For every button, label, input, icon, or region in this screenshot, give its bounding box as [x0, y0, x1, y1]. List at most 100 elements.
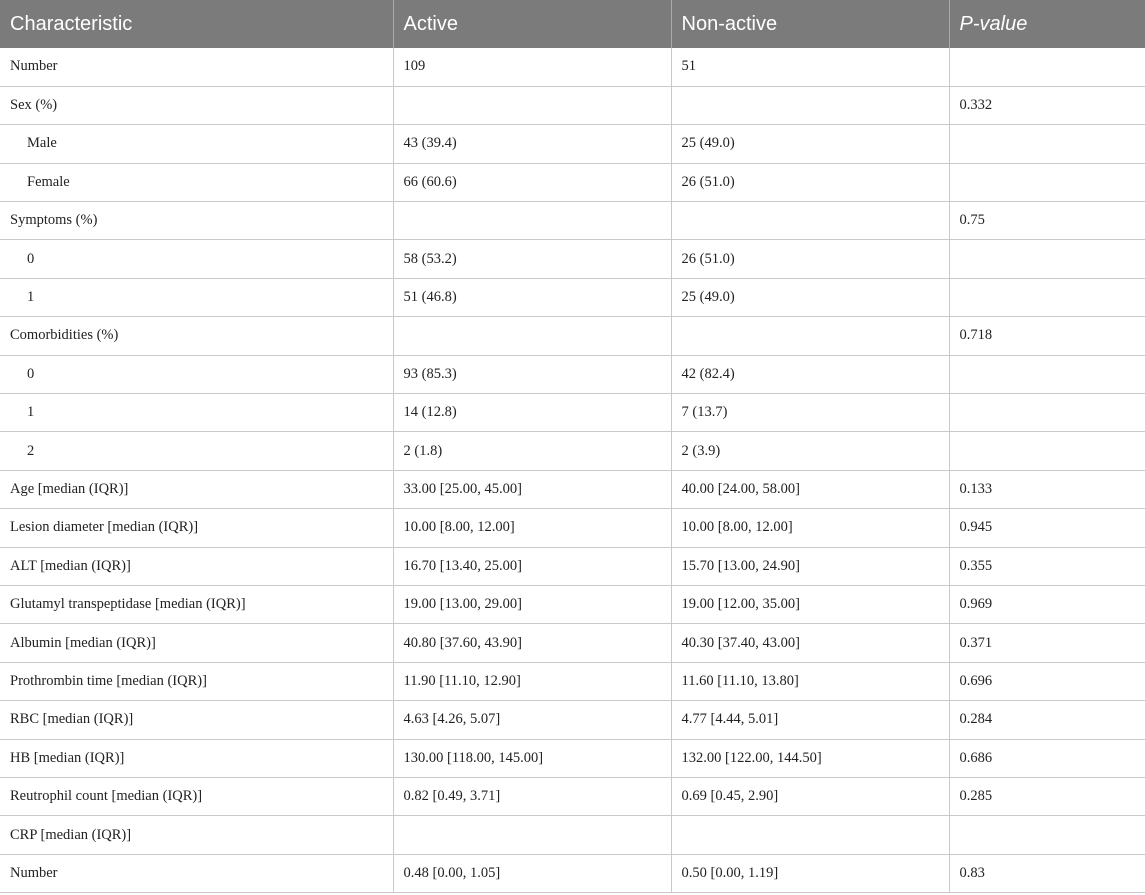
characteristic-cell: 0 [0, 355, 394, 394]
characteristic-cell: RBC [median (IQR)] [0, 700, 394, 740]
characteristic-cell: Prothrombin time [median (IQR)] [0, 662, 394, 701]
characteristic-cell: 1 [0, 393, 394, 432]
table-row: Age [median (IQR)] 33.00 [25.00, 45.00] 40… [0, 470, 1145, 509]
header-row: Characteristic Active Non-active P-value [0, 0, 1145, 48]
active-cell [393, 86, 672, 125]
active-cell: 130.00 [118.00, 145.00] [393, 739, 672, 778]
p-value-cell [949, 125, 1145, 163]
non-active-cell: 25 (49.0) [671, 278, 950, 317]
active-cell: 43 (39.4) [393, 124, 672, 164]
p-value-cell: 0.75 [959, 212, 985, 229]
p-value-cell: 0.355 [959, 557, 993, 574]
table-row: 0 93 (85.3) 42 (82.4) [0, 355, 1145, 394]
characteristic-cell: 2 [0, 431, 394, 471]
active-cell: 66 (60.6) [393, 163, 672, 202]
non-active-cell: 10.00 [8.00, 12.00] [671, 508, 950, 548]
active-cell: 0.82 [0.49, 3.71] [393, 777, 672, 816]
characteristic-cell: ALT [median (IQR)] [0, 547, 394, 586]
table-row: Number 109 51 [0, 48, 1145, 87]
active-cell: 51 (46.8) [393, 278, 672, 317]
non-active-cell: 132.00 [122.00, 144.50] [671, 739, 950, 778]
table-body: Number 109 51 Sex (%) 0.332 Male 43 (39.4) 25 (… [0, 48, 1145, 893]
p-value-cell [949, 163, 1145, 201]
active-cell: 4.63 [4.26, 5.07] [393, 700, 672, 740]
active-cell: 2 (1.8) [393, 431, 672, 471]
table-row: 22 (1.8) 2 (3.9) [0, 431, 1145, 471]
table-row: Albumin [median (IQR)] 40.80 [37.60, 43.9… [0, 623, 1145, 663]
table-row: Sex (%) 0.332 [0, 86, 1145, 125]
non-active-cell: 11.60 [11.10, 13.80] [671, 662, 950, 701]
characteristic-cell: Male [0, 124, 394, 164]
characteristic-cell: Reutrophil count [median (IQR)] [0, 777, 394, 816]
characteristic-cell: Lesion diameter [median (IQR)] [0, 508, 394, 548]
active-cell: 0.48 [0.00, 1.05] [393, 854, 672, 893]
non-active-cell: 7 (13.7) [671, 393, 950, 432]
active-cell: 11.90 [11.10, 12.90] [393, 662, 672, 701]
table-row: 1 14 (12.8) 7 (13.7) [0, 393, 1145, 432]
active-cell: 40.80 [37.60, 43.90] [393, 623, 672, 663]
active-cell: 10.00 [8.00, 12.00] [393, 508, 672, 548]
non-active-cell [671, 815, 950, 855]
p-value-cell: 0.133 [959, 480, 993, 497]
non-active-cell: 2 (3.9) [671, 431, 950, 471]
p-value-cell: 0.696 [959, 672, 993, 689]
non-active-cell: 15.70 [13.00, 24.90] [671, 547, 950, 586]
active-cell [393, 316, 672, 356]
non-active-cell: 25 (49.0) [671, 124, 950, 164]
p-value-cell [949, 394, 1145, 432]
active-cell: 16.70 [13.40, 25.00] [393, 547, 672, 586]
characteristic-cell: Female [0, 163, 394, 202]
table-row: Number 0.48 [0.00, 1.05] 0.50 [0.00, 1.19]… [0, 854, 1145, 893]
p-value-cell [949, 48, 1145, 86]
characteristic-cell: Symptoms (%) [0, 201, 394, 240]
characteristic-cell: Comorbidities (%) [0, 316, 394, 356]
characteristic-cell: HB [median (IQR)] [0, 739, 394, 778]
header-non-active: Non-active [671, 0, 950, 48]
table-row: 1 51 (46.8) 25 (49.0) [0, 278, 1145, 317]
active-cell: 33.00 [25.00, 45.00] [393, 470, 672, 509]
p-value-cell: 0.371 [959, 634, 993, 651]
characteristic-cell: Number [0, 854, 394, 893]
active-cell: 19.00 [13.00, 29.00] [393, 585, 672, 624]
p-value-cell: 0.332 [959, 97, 993, 114]
header-characteristic: Characteristic [0, 0, 394, 48]
non-active-cell [671, 201, 950, 240]
table-row: CRP [median (IQR)] [0, 815, 1145, 855]
non-active-cell [671, 316, 950, 356]
characteristic-cell: Sex (%) [0, 86, 394, 125]
characteristic-cell: Glutamyl transpeptidase [median (IQR)] [0, 585, 394, 624]
non-active-cell: 19.00 [12.00, 35.00] [671, 585, 950, 624]
p-value-cell [949, 355, 1145, 393]
active-cell: 58 (53.2) [393, 239, 672, 279]
characteristic-cell: Albumin [median (IQR)] [0, 623, 394, 663]
table-row: Comorbidities (%) 0.718 [0, 316, 1145, 356]
p-value-cell [949, 240, 1145, 278]
table-row: Female 66 (60.6) 26 (51.0) [0, 163, 1145, 202]
characteristic-cell: Number [0, 48, 394, 87]
table-row: 0 58 (53.2) 26 (51.0) [0, 239, 1145, 279]
p-value-cell: 0.945 [959, 519, 993, 536]
non-active-cell: 0.50 [0.00, 1.19] [671, 854, 950, 893]
table-row: Reutrophil count [median (IQR)] 0.82 [0.4… [0, 777, 1145, 816]
non-active-cell: 4.77 [4.44, 5.01] [671, 700, 950, 740]
table-row: Symptoms (%) 0.75 [0, 201, 1145, 240]
non-active-cell: 40.30 [37.40, 43.00] [671, 623, 950, 663]
characteristic-cell: 0 [0, 239, 394, 279]
non-active-cell: 26 (51.0) [671, 163, 950, 202]
p-value-cell: 0.285 [959, 788, 993, 805]
active-cell [393, 815, 672, 855]
non-active-cell: 40.00 [24.00, 58.00] [671, 470, 950, 509]
non-active-cell: 26 (51.0) [671, 239, 950, 279]
characteristic-cell: Age [median (IQR)] [0, 470, 394, 509]
table-row: Glutamyl transpeptidase [median (IQR)] 19… [0, 585, 1145, 624]
active-cell: 14 (12.8) [393, 393, 672, 432]
header-active: Active [393, 0, 672, 48]
table-header: Characteristic Active Non-active P-value [0, 0, 1145, 48]
p-value-cell: 0.83 [959, 864, 985, 881]
non-active-cell: 0.69 [0.45, 2.90] [671, 777, 950, 816]
p-value-cell: 0.969 [959, 596, 993, 613]
p-value-cell [949, 278, 1145, 316]
p-value-cell: 0.686 [959, 749, 993, 766]
p-value-cell: 0.718 [959, 327, 993, 344]
p-value-cell [949, 816, 1145, 854]
